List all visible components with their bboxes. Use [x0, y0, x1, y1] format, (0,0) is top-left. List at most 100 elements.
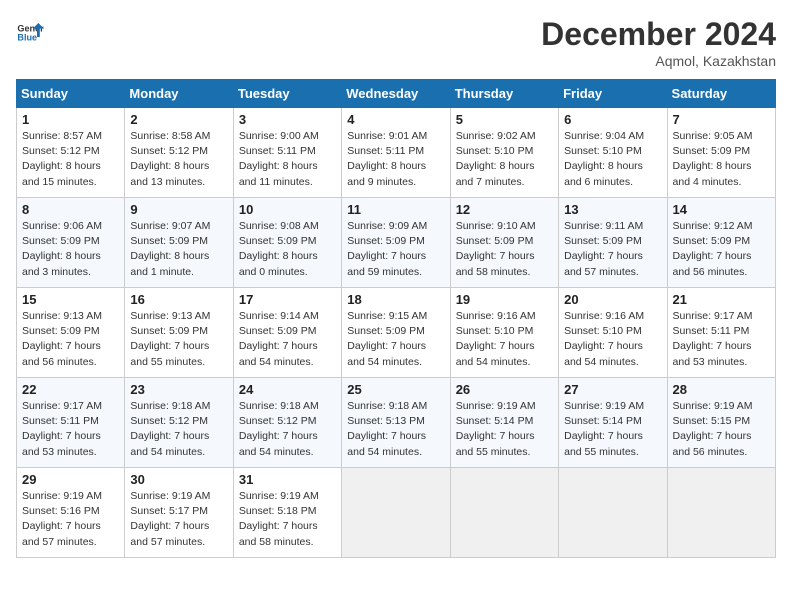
svg-text:Blue: Blue [17, 33, 37, 43]
calendar-cell: 8 Sunrise: 9:06 AM Sunset: 5:09 PM Daylig… [17, 198, 125, 288]
day-number: 19 [456, 292, 553, 307]
day-number: 25 [347, 382, 444, 397]
cell-info: Sunrise: 9:02 AM Sunset: 5:10 PM Dayligh… [456, 129, 553, 190]
day-number: 24 [239, 382, 336, 397]
calendar-cell [559, 468, 667, 558]
cell-info: Sunrise: 9:18 AM Sunset: 5:12 PM Dayligh… [239, 399, 336, 460]
cell-info: Sunrise: 9:08 AM Sunset: 5:09 PM Dayligh… [239, 219, 336, 280]
cell-info: Sunrise: 9:16 AM Sunset: 5:10 PM Dayligh… [564, 309, 661, 370]
calendar-cell: 17 Sunrise: 9:14 AM Sunset: 5:09 PM Dayli… [233, 288, 341, 378]
header-sunday: Sunday [17, 80, 125, 108]
calendar-week-2: 15 Sunrise: 9:13 AM Sunset: 5:09 PM Dayli… [17, 288, 776, 378]
day-number: 31 [239, 472, 336, 487]
month-title: December 2024 [541, 16, 776, 53]
day-number: 2 [130, 112, 227, 127]
day-number: 17 [239, 292, 336, 307]
cell-info: Sunrise: 9:19 AM Sunset: 5:15 PM Dayligh… [673, 399, 770, 460]
title-area: December 2024 Aqmol, Kazakhstan [541, 16, 776, 69]
day-number: 20 [564, 292, 661, 307]
calendar-body: 1Sunrise: 8:57 AM Sunset: 5:12 PM Daylig… [17, 108, 776, 558]
cell-info: Sunrise: 9:07 AM Sunset: 5:09 PM Dayligh… [130, 219, 227, 280]
day-number: 4 [347, 112, 444, 127]
calendar-cell: 27Sunrise: 9:19 AM Sunset: 5:14 PM Dayli… [559, 378, 667, 468]
calendar-cell: 21 Sunrise: 9:17 AM Sunset: 5:11 PM Dayli… [667, 288, 775, 378]
cell-info: Sunrise: 9:19 AM Sunset: 5:17 PM Dayligh… [130, 489, 227, 550]
calendar-cell: 31 Sunrise: 9:19 AM Sunset: 5:18 PM Dayli… [233, 468, 341, 558]
header-friday: Friday [559, 80, 667, 108]
calendar-cell: 11 Sunrise: 9:09 AM Sunset: 5:09 PM Dayli… [342, 198, 450, 288]
cell-info: Sunrise: 9:12 AM Sunset: 5:09 PM Dayligh… [673, 219, 770, 280]
logo-icon: General Blue [16, 16, 44, 44]
day-number: 30 [130, 472, 227, 487]
calendar-cell [342, 468, 450, 558]
calendar-week-1: 8 Sunrise: 9:06 AM Sunset: 5:09 PM Daylig… [17, 198, 776, 288]
calendar-cell: 29 Sunrise: 9:19 AM Sunset: 5:16 PM Dayli… [17, 468, 125, 558]
day-number: 16 [130, 292, 227, 307]
day-number: 6 [564, 112, 661, 127]
day-number: 21 [673, 292, 770, 307]
calendar-cell: 1Sunrise: 8:57 AM Sunset: 5:12 PM Daylig… [17, 108, 125, 198]
calendar-cell: 4 Sunrise: 9:01 AM Sunset: 5:11 PM Daylig… [342, 108, 450, 198]
calendar-cell: 26 Sunrise: 9:19 AM Sunset: 5:14 PM Dayli… [450, 378, 558, 468]
day-number: 26 [456, 382, 553, 397]
cell-info: Sunrise: 9:00 AM Sunset: 5:11 PM Dayligh… [239, 129, 336, 190]
cell-info: Sunrise: 9:19 AM Sunset: 5:14 PM Dayligh… [456, 399, 553, 460]
header-tuesday: Tuesday [233, 80, 341, 108]
calendar-cell: 12Sunrise: 9:10 AM Sunset: 5:09 PM Dayli… [450, 198, 558, 288]
cell-info: Sunrise: 9:11 AM Sunset: 5:09 PM Dayligh… [564, 219, 661, 280]
cell-info: Sunrise: 9:16 AM Sunset: 5:10 PM Dayligh… [456, 309, 553, 370]
cell-info: Sunrise: 9:19 AM Sunset: 5:18 PM Dayligh… [239, 489, 336, 550]
day-number: 14 [673, 202, 770, 217]
calendar-cell: 18 Sunrise: 9:15 AM Sunset: 5:09 PM Dayli… [342, 288, 450, 378]
calendar-cell [450, 468, 558, 558]
day-number: 29 [22, 472, 119, 487]
cell-info: Sunrise: 9:18 AM Sunset: 5:13 PM Dayligh… [347, 399, 444, 460]
location: Aqmol, Kazakhstan [541, 53, 776, 69]
cell-info: Sunrise: 9:14 AM Sunset: 5:09 PM Dayligh… [239, 309, 336, 370]
calendar-cell: 16 Sunrise: 9:13 AM Sunset: 5:09 PM Dayli… [125, 288, 233, 378]
cell-info: Sunrise: 9:01 AM Sunset: 5:11 PM Dayligh… [347, 129, 444, 190]
calendar-cell: 2Sunrise: 8:58 AM Sunset: 5:12 PM Daylig… [125, 108, 233, 198]
header-wednesday: Wednesday [342, 80, 450, 108]
day-number: 23 [130, 382, 227, 397]
header-saturday: Saturday [667, 80, 775, 108]
calendar-cell: 25 Sunrise: 9:18 AM Sunset: 5:13 PM Dayli… [342, 378, 450, 468]
calendar-cell: 6Sunrise: 9:04 AM Sunset: 5:10 PM Daylig… [559, 108, 667, 198]
day-number: 10 [239, 202, 336, 217]
day-number: 13 [564, 202, 661, 217]
calendar-cell: 3 Sunrise: 9:00 AM Sunset: 5:11 PM Daylig… [233, 108, 341, 198]
cell-info: Sunrise: 9:15 AM Sunset: 5:09 PM Dayligh… [347, 309, 444, 370]
calendar-cell: 28Sunrise: 9:19 AM Sunset: 5:15 PM Dayli… [667, 378, 775, 468]
header-monday: Monday [125, 80, 233, 108]
day-number: 3 [239, 112, 336, 127]
cell-info: Sunrise: 9:06 AM Sunset: 5:09 PM Dayligh… [22, 219, 119, 280]
day-number: 18 [347, 292, 444, 307]
calendar-header-row: SundayMondayTuesdayWednesdayThursdayFrid… [17, 80, 776, 108]
calendar-cell: 9Sunrise: 9:07 AM Sunset: 5:09 PM Daylig… [125, 198, 233, 288]
day-number: 22 [22, 382, 119, 397]
cell-info: Sunrise: 9:17 AM Sunset: 5:11 PM Dayligh… [673, 309, 770, 370]
day-number: 27 [564, 382, 661, 397]
cell-info: Sunrise: 9:13 AM Sunset: 5:09 PM Dayligh… [22, 309, 119, 370]
cell-info: Sunrise: 9:05 AM Sunset: 5:09 PM Dayligh… [673, 129, 770, 190]
header-thursday: Thursday [450, 80, 558, 108]
day-number: 8 [22, 202, 119, 217]
cell-info: Sunrise: 9:09 AM Sunset: 5:09 PM Dayligh… [347, 219, 444, 280]
cell-info: Sunrise: 9:17 AM Sunset: 5:11 PM Dayligh… [22, 399, 119, 460]
calendar-cell: 20 Sunrise: 9:16 AM Sunset: 5:10 PM Dayli… [559, 288, 667, 378]
day-number: 7 [673, 112, 770, 127]
calendar-cell: 24 Sunrise: 9:18 AM Sunset: 5:12 PM Dayli… [233, 378, 341, 468]
day-number: 5 [456, 112, 553, 127]
cell-info: Sunrise: 9:10 AM Sunset: 5:09 PM Dayligh… [456, 219, 553, 280]
day-number: 11 [347, 202, 444, 217]
calendar-week-4: 29 Sunrise: 9:19 AM Sunset: 5:16 PM Dayli… [17, 468, 776, 558]
calendar-week-3: 22 Sunrise: 9:17 AM Sunset: 5:11 PM Dayli… [17, 378, 776, 468]
day-number: 15 [22, 292, 119, 307]
calendar-week-0: 1Sunrise: 8:57 AM Sunset: 5:12 PM Daylig… [17, 108, 776, 198]
cell-info: Sunrise: 9:19 AM Sunset: 5:16 PM Dayligh… [22, 489, 119, 550]
calendar-table: SundayMondayTuesdayWednesdayThursdayFrid… [16, 79, 776, 558]
calendar-cell: 22 Sunrise: 9:17 AM Sunset: 5:11 PM Dayli… [17, 378, 125, 468]
cell-info: Sunrise: 9:13 AM Sunset: 5:09 PM Dayligh… [130, 309, 227, 370]
page-header: General Blue December 2024 Aqmol, Kazakh… [16, 16, 776, 69]
calendar-cell [667, 468, 775, 558]
